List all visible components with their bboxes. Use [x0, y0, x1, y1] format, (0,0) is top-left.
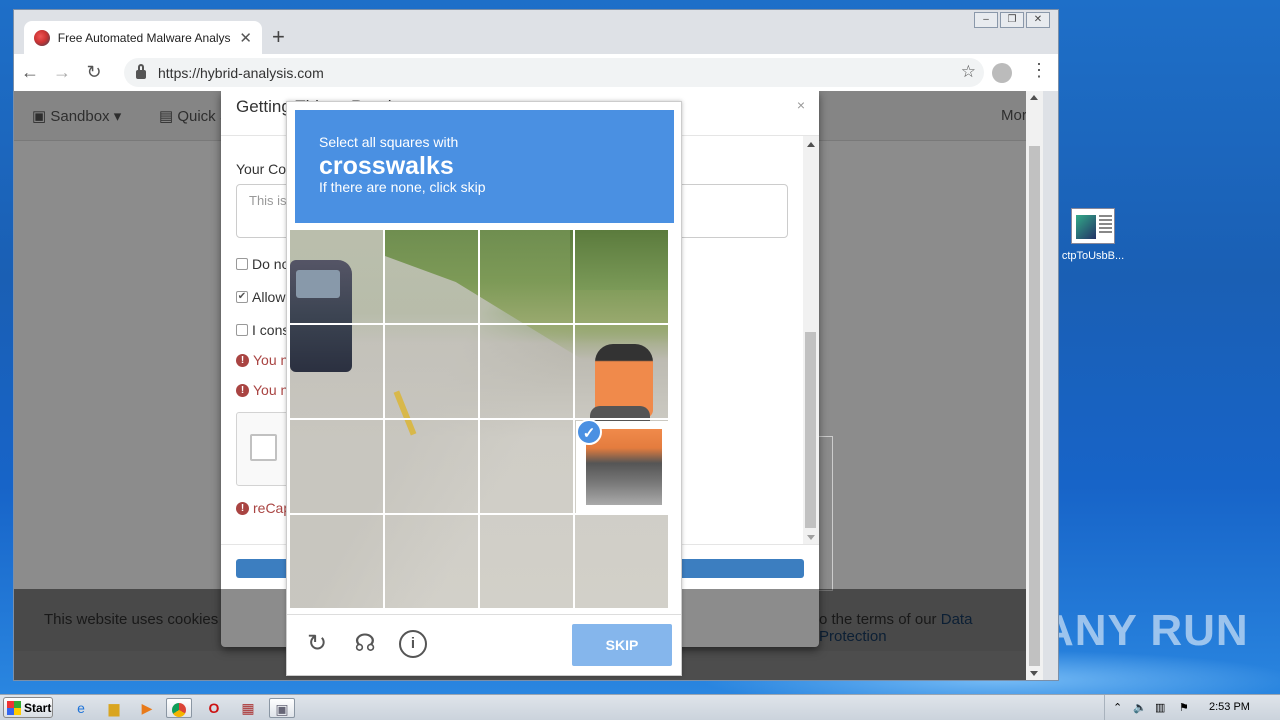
bookmark-star-icon[interactable]: ☆ — [961, 62, 976, 82]
grid-tile[interactable] — [290, 325, 383, 418]
headphones-icon[interactable]: ☊ — [351, 630, 379, 658]
grid-tile[interactable] — [575, 230, 668, 323]
error-message-3: ! reCap — [236, 500, 291, 516]
grid-tile[interactable] — [385, 515, 478, 608]
grid-tile[interactable] — [385, 420, 478, 513]
modal-scrollbar[interactable] — [803, 136, 819, 544]
grid-tile[interactable] — [290, 420, 383, 513]
show-hidden-icons-icon[interactable]: ⌃ — [1113, 701, 1122, 714]
reload-icon[interactable]: ↻ — [78, 62, 110, 83]
browser-tab[interactable]: Free Automated Malware Analysis S ✕ — [24, 21, 262, 54]
start-label: Start — [24, 700, 52, 715]
scroll-thumb[interactable] — [805, 332, 816, 528]
image-grid: ✓ — [290, 230, 668, 608]
new-tab-button[interactable]: + — [272, 24, 285, 50]
checkbox-row-1[interactable]: Do no — [236, 256, 289, 272]
browser-toolbar: ← → ↻ https://hybrid-analysis.com ☆ — [14, 54, 1058, 91]
scroll-up-arrow-icon[interactable] — [807, 142, 815, 147]
reload-icon[interactable]: ↻ — [303, 630, 331, 658]
anyrun-watermark: ANY RUN — [1042, 606, 1249, 656]
start-button[interactable]: Start — [3, 697, 53, 718]
desktop-file-icon[interactable]: ctpToUsbB... — [1058, 208, 1128, 262]
page-scroll-thumb[interactable] — [1029, 146, 1040, 666]
file-icon — [1071, 208, 1115, 244]
system-tray: ⌃ 🔈 ▥ ⚑ 2:53 PM — [1104, 695, 1280, 720]
site-favicon-icon — [34, 29, 50, 46]
address-bar[interactable]: https://hybrid-analysis.com ☆ — [124, 58, 984, 87]
tab-close-icon[interactable]: ✕ — [239, 29, 252, 47]
grid-tile[interactable] — [290, 230, 383, 323]
browser-menu-icon[interactable]: ⋮ — [1030, 60, 1048, 81]
page-scroll-up-icon[interactable] — [1030, 95, 1038, 100]
error-icon: ! — [236, 383, 249, 397]
challenge-header: Select all squares with crosswalks If th… — [295, 110, 674, 223]
url-text[interactable]: https://hybrid-analysis.com — [158, 65, 324, 81]
error-message-1: ! You n — [236, 352, 288, 368]
modal-close-icon[interactable]: × — [797, 97, 805, 113]
action-center-flag-icon[interactable]: ⚑ — [1179, 701, 1189, 714]
challenge-instruction: Select all squares with — [319, 134, 459, 150]
chrome-icon[interactable] — [166, 698, 192, 718]
windows-logo-icon — [7, 700, 21, 715]
recaptcha-challenge: Select all squares with crosswalks If th… — [286, 101, 682, 676]
checkbox-2[interactable]: ✔ — [236, 291, 248, 303]
grid-tile[interactable] — [575, 515, 668, 608]
scroll-down-arrow-icon[interactable] — [807, 535, 815, 540]
checkbox-1-label: Do no — [252, 256, 290, 272]
comment-label: Your Cor — [236, 161, 291, 177]
grid-tile[interactable] — [480, 230, 573, 323]
challenge-target: crosswalks — [319, 152, 454, 180]
grid-tile[interactable] — [480, 515, 573, 608]
grid-tile[interactable] — [480, 420, 573, 513]
grid-tile[interactable] — [575, 325, 668, 418]
skip-button[interactable]: SKIP — [572, 624, 672, 666]
archive-icon[interactable]: ▦ — [235, 698, 261, 718]
info-icon[interactable]: i — [399, 630, 427, 658]
network-icon[interactable]: ▥ — [1155, 701, 1165, 714]
checkbox-3[interactable] — [236, 324, 248, 336]
grid-tile[interactable] — [290, 515, 383, 608]
error-1-text: You n — [253, 352, 289, 368]
tab-title: Free Automated Malware Analysis S — [57, 30, 232, 45]
watermark-text: ANY RUN — [1042, 606, 1249, 655]
page-scroll-down-icon[interactable] — [1030, 671, 1038, 676]
grid-tile[interactable] — [385, 325, 478, 418]
explorer-folder-icon[interactable]: ▆ — [101, 698, 127, 718]
checkbox-row-2[interactable]: ✔ Allow — [236, 289, 285, 305]
grid-tile[interactable] — [385, 230, 478, 323]
error-2-text: You n — [253, 382, 289, 398]
desktop-file-label: ctpToUsbB... — [1061, 250, 1125, 262]
error-icon: ! — [236, 501, 249, 515]
challenge-skip-hint: If there are none, click skip — [319, 179, 486, 195]
error-icon: ! — [236, 353, 249, 367]
clock[interactable]: 2:53 PM — [1209, 701, 1250, 713]
app-window-icon[interactable]: ▣ — [269, 698, 295, 718]
grid-tile[interactable] — [480, 325, 573, 418]
checkbox-2-label: Allow — [252, 289, 286, 305]
challenge-footer: ↻ ☊ i SKIP — [287, 614, 681, 676]
checkbox-row-3[interactable]: I cons — [236, 322, 289, 338]
checkbox-3-label: I cons — [252, 322, 290, 338]
taskbar: Start e ▆ ▶ O ▦ ▣ ⌃ 🔈 ▥ ⚑ 2:53 PM — [0, 694, 1280, 720]
tab-strip: Free Automated Malware Analysis S ✕ + — [14, 10, 1058, 54]
volume-icon[interactable]: 🔈 — [1133, 701, 1147, 714]
checkbox-1[interactable] — [236, 258, 248, 270]
forward-arrow-icon[interactable]: → — [46, 62, 78, 83]
recaptcha-checkbox[interactable] — [250, 434, 277, 461]
page-scrollbar[interactable] — [1026, 91, 1043, 680]
profile-avatar-icon[interactable] — [992, 63, 1012, 83]
back-arrow-icon[interactable]: ← — [14, 62, 46, 83]
lock-icon — [136, 63, 146, 79]
checkmark-icon: ✓ — [576, 419, 602, 445]
opera-icon[interactable]: O — [201, 698, 227, 718]
ie-icon[interactable]: e — [68, 698, 94, 718]
comment-placeholder: This is — [249, 193, 287, 208]
error-message-2: ! You n — [236, 382, 288, 398]
media-player-icon[interactable]: ▶ — [134, 698, 160, 718]
